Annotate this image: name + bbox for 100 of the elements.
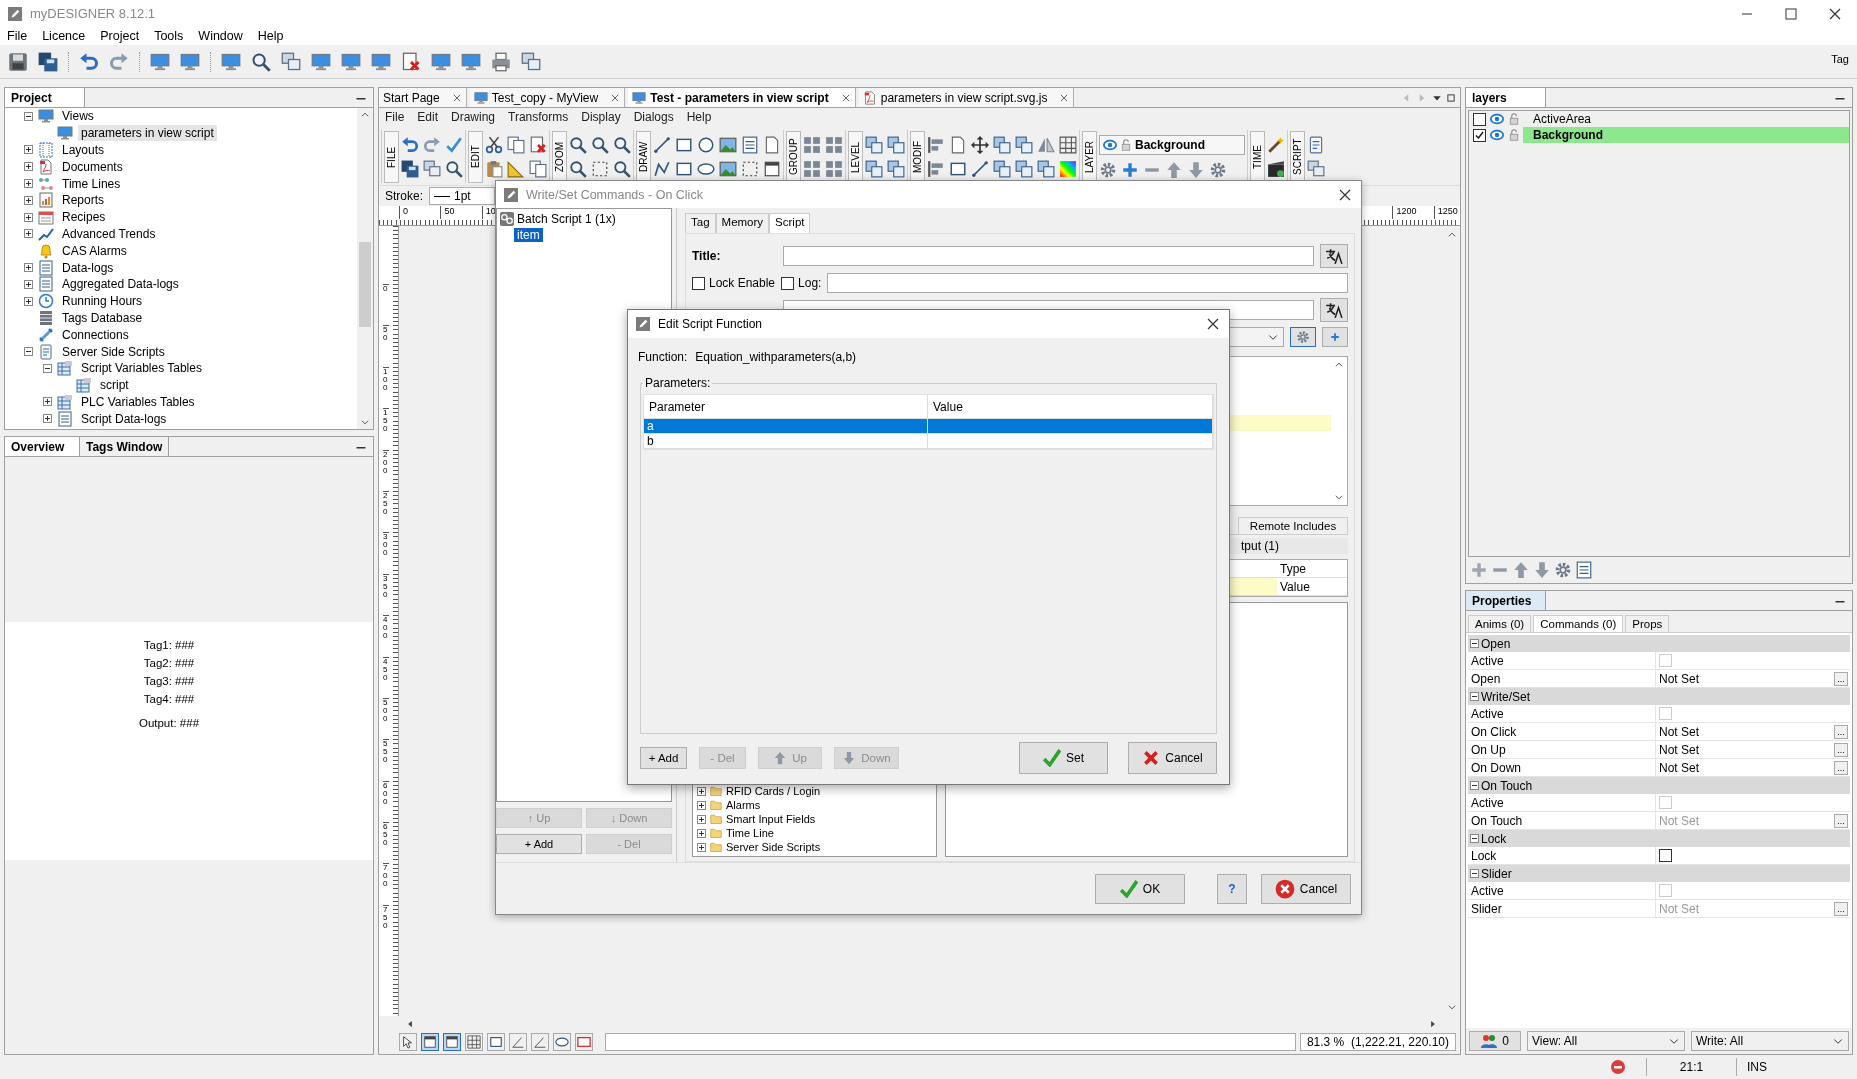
arrow-up-icon[interactable]	[1165, 160, 1183, 179]
delete-icon[interactable]	[529, 135, 547, 154]
monitor-icon[interactable]	[180, 51, 200, 72]
tree-item[interactable]: Aggregated Data-logs	[59, 276, 182, 293]
expand-toggle[interactable]	[697, 800, 706, 810]
scroll-up-icon[interactable]	[360, 110, 370, 120]
expand-toggle[interactable]	[24, 212, 33, 222]
property-checkbox[interactable]	[1659, 849, 1672, 862]
menu-item[interactable]: Help	[686, 110, 712, 126]
align-icon[interactable]	[927, 159, 945, 178]
log-field[interactable]	[827, 273, 1348, 293]
layer-selector[interactable]: Background	[1099, 134, 1245, 155]
list-icon[interactable]	[741, 135, 759, 154]
monitor-icon[interactable]	[221, 51, 241, 72]
collapse-toggle[interactable]	[1470, 639, 1479, 648]
close-icon[interactable]	[610, 92, 621, 103]
scissors-icon[interactable]	[485, 135, 503, 154]
arrow-down-icon[interactable]	[1533, 561, 1551, 579]
list-icon[interactable]	[1575, 561, 1593, 579]
collapse-toggle[interactable]	[1470, 692, 1479, 701]
menu-item[interactable]: Display	[581, 110, 621, 126]
ellipsis-button[interactable]: ...	[1834, 671, 1848, 686]
table-cell[interactable]: a	[644, 419, 928, 434]
add-button[interactable]	[1322, 327, 1348, 347]
tree-item[interactable]: Advanced Trends	[59, 225, 159, 242]
overlapping-squares-icon[interactable]	[1037, 159, 1055, 178]
frame-icon[interactable]	[763, 159, 781, 178]
menu-item[interactable]: Tools	[154, 29, 184, 43]
tree-item[interactable]: Smart Input Fields	[726, 813, 816, 825]
expand-toggle[interactable]	[24, 162, 33, 172]
close-icon[interactable]	[451, 92, 462, 103]
magnifier-icon[interactable]	[569, 135, 587, 154]
monitor-icon[interactable]	[461, 51, 481, 72]
monitor-icon[interactable]	[150, 51, 170, 72]
document-tab[interactable]: Test_copy - MyView	[469, 88, 626, 107]
overlapping-squares-icon[interactable]	[887, 135, 905, 154]
close-icon[interactable]	[1205, 316, 1221, 332]
padlock-icon[interactable]	[1508, 112, 1520, 126]
dotted-square-icon[interactable]	[591, 159, 609, 178]
expand-toggle[interactable]	[43, 397, 52, 407]
tree-item[interactable]: parameters in view script	[78, 125, 217, 142]
dotted-square-icon[interactable]	[741, 159, 759, 178]
layer-name[interactable]: ActiveArea	[1523, 111, 1849, 127]
menu-item[interactable]: Transforms	[508, 110, 569, 126]
collapse-toggle[interactable]	[24, 111, 33, 121]
tree-item[interactable]: Views	[59, 108, 97, 125]
mirror-icon[interactable]	[1037, 135, 1055, 154]
wand-icon[interactable]	[1267, 135, 1285, 154]
users-button[interactable]: 0	[1469, 1031, 1521, 1051]
move-icon[interactable]	[971, 135, 989, 154]
tree-item[interactable]: CAS Alarms	[59, 242, 130, 259]
view-toggle[interactable]	[465, 1033, 483, 1051]
undo-icon[interactable]	[79, 51, 99, 72]
expand-toggle[interactable]	[24, 229, 33, 239]
eye-icon[interactable]	[1489, 112, 1505, 126]
tree-item[interactable]: Connections	[59, 326, 132, 343]
overlapping-squares-icon[interactable]	[1015, 159, 1033, 178]
document-icon[interactable]	[763, 135, 781, 154]
tree-item[interactable]: Reports	[59, 192, 108, 209]
clapperboard-icon[interactable]	[1267, 159, 1285, 178]
menu-item[interactable]: Dialogs	[633, 110, 674, 126]
collapse-toggle[interactable]	[1470, 834, 1479, 843]
tree-item[interactable]: Server Side Scripts	[726, 841, 821, 853]
maximize-icon[interactable]	[1783, 5, 1799, 22]
document-icon[interactable]	[949, 135, 967, 154]
monitor-icon[interactable]	[371, 51, 391, 72]
clipboard-icon[interactable]	[485, 159, 503, 178]
view-toggle[interactable]	[487, 1033, 505, 1051]
expand-toggle[interactable]	[43, 414, 52, 424]
squares-icon[interactable]	[825, 159, 843, 178]
expand-toggle[interactable]	[24, 263, 33, 273]
expand-toggle[interactable]	[697, 828, 706, 838]
squares-icon[interactable]	[803, 135, 821, 154]
tree-item[interactable]: Time Line	[726, 827, 774, 839]
grid-icon[interactable]	[1059, 135, 1077, 154]
menu-item[interactable]: Licence	[42, 29, 86, 43]
collapse-toggle[interactable]	[1470, 781, 1479, 790]
ellipsis-button[interactable]: ...	[1834, 760, 1848, 775]
tree-item[interactable]: Script Variables Tables	[78, 360, 205, 377]
copy-icon[interactable]	[529, 159, 547, 178]
script-icon[interactable]	[1307, 135, 1325, 154]
scroll-down-icon[interactable]	[1447, 1002, 1457, 1012]
magnifier-icon[interactable]	[251, 51, 271, 72]
polyline-icon[interactable]	[653, 159, 671, 178]
tree-item[interactable]: Tags Database	[59, 309, 146, 326]
close-icon[interactable]	[840, 92, 851, 103]
tree-item[interactable]: Layouts	[59, 142, 108, 158]
printer-icon[interactable]	[491, 51, 511, 72]
overlapping-squares-icon[interactable]	[865, 159, 883, 178]
windows-icon[interactable]	[521, 51, 541, 72]
view-toggle[interactable]	[509, 1033, 527, 1051]
tree-item[interactable]: Time Lines	[59, 175, 124, 192]
image-icon[interactable]	[719, 135, 737, 154]
tree-item[interactable]: script	[97, 377, 132, 394]
arrow-down-icon[interactable]	[1187, 160, 1205, 179]
align-icon[interactable]	[927, 135, 945, 154]
tree-item[interactable]: Recipes	[59, 209, 109, 226]
properties-tab[interactable]: Anims (0)	[1468, 615, 1532, 632]
view-toggle[interactable]	[421, 1033, 439, 1051]
plus-icon[interactable]	[1121, 160, 1139, 179]
